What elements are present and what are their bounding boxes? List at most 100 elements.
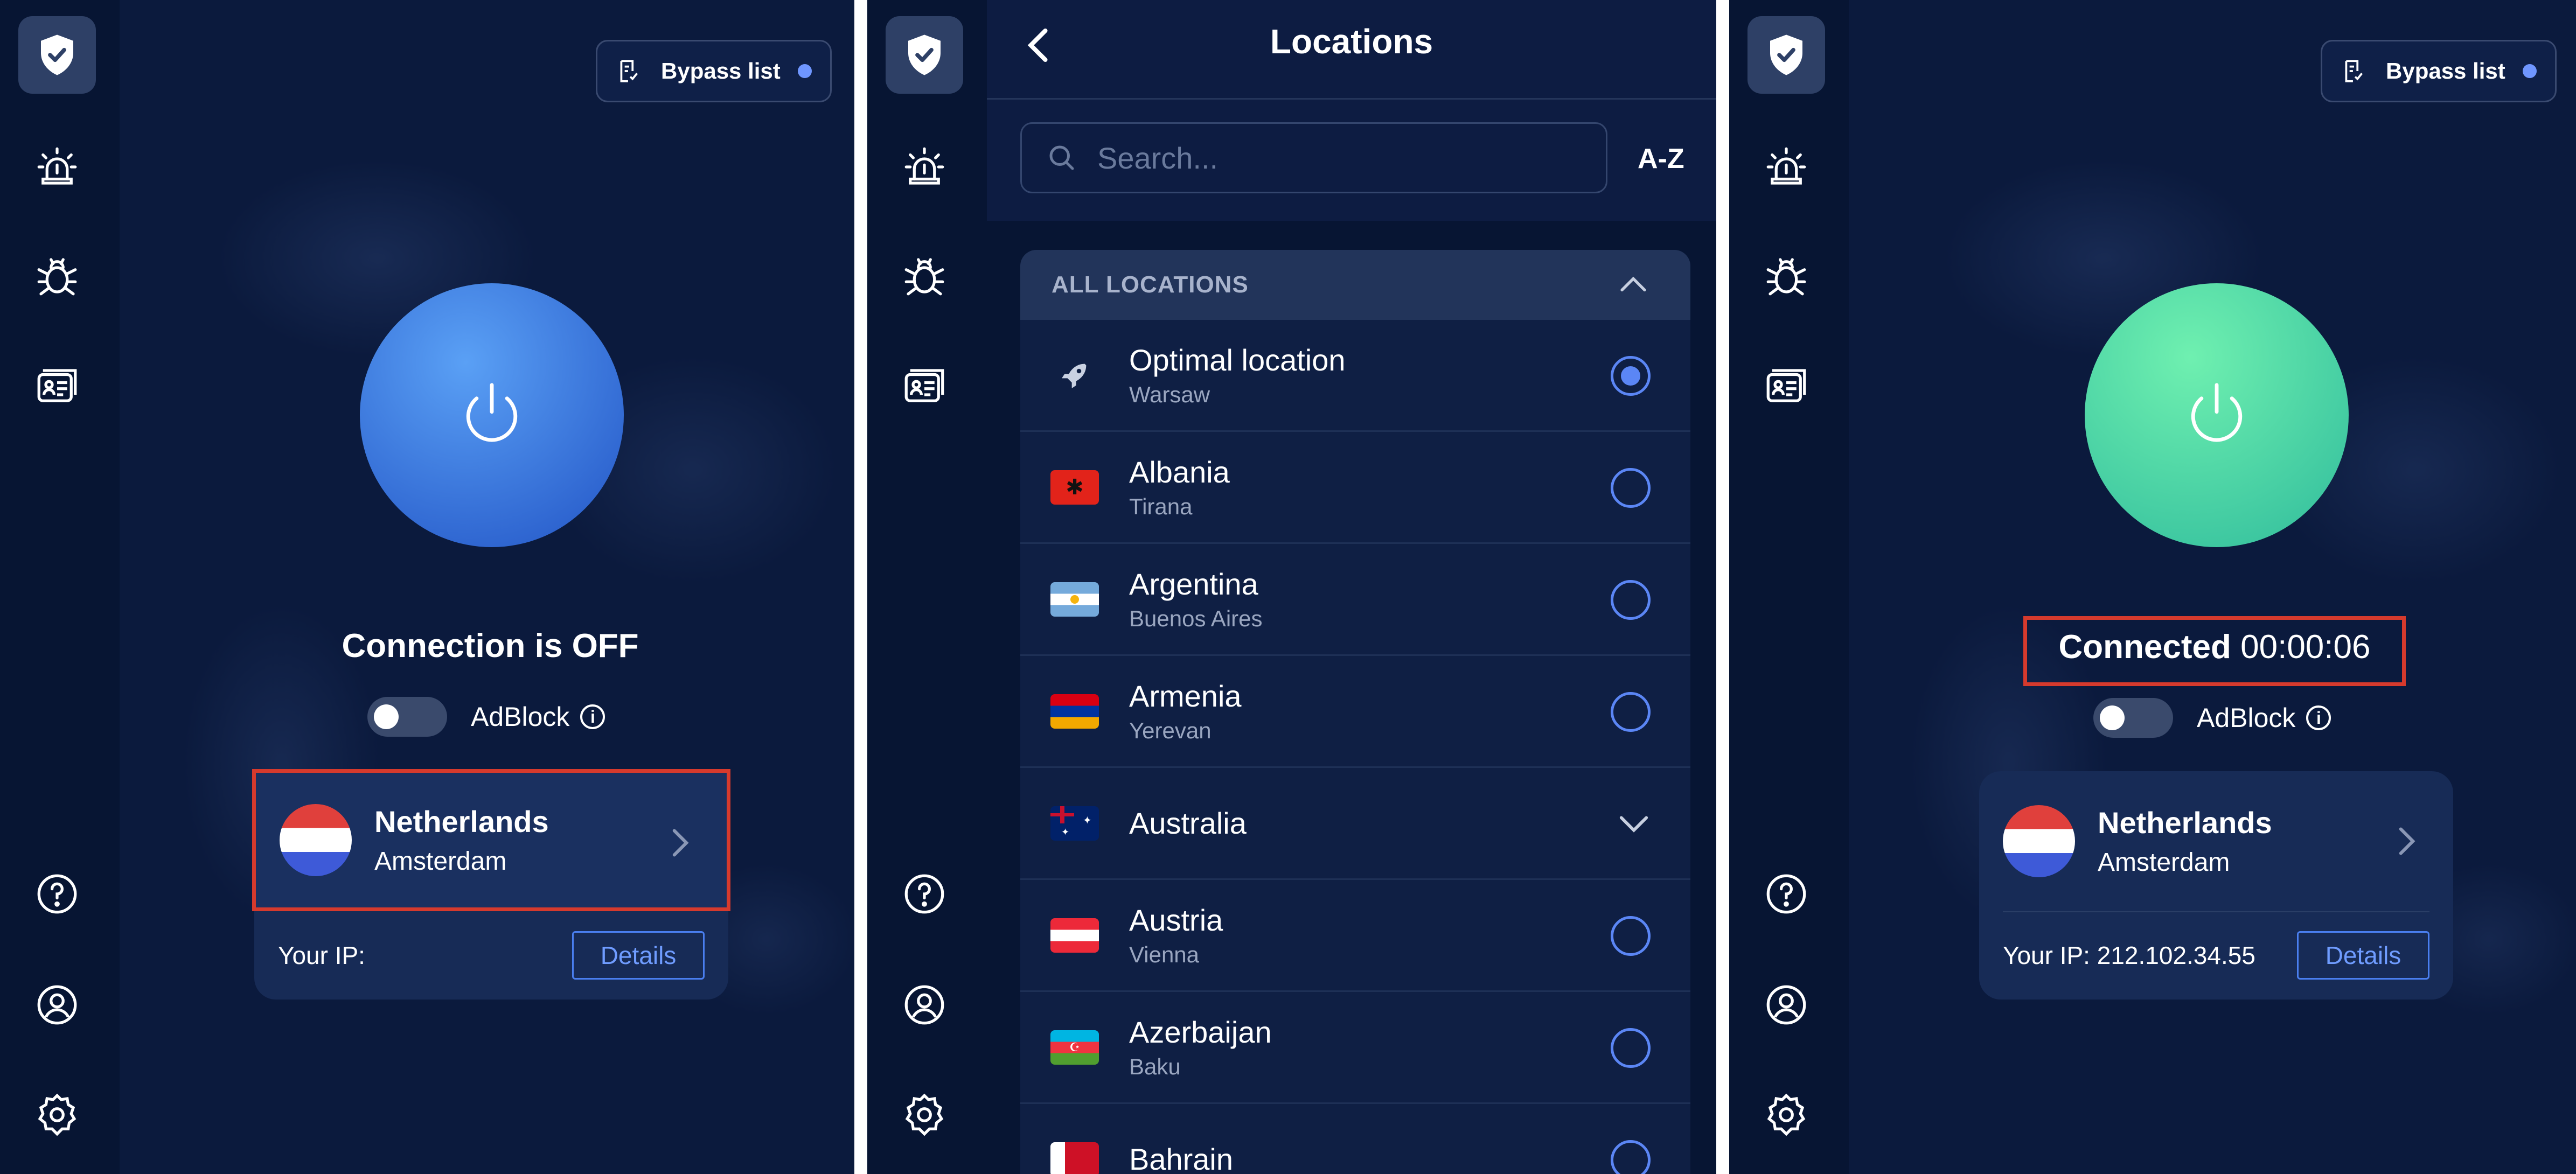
- settings-icon[interactable]: [1747, 1076, 1825, 1154]
- ip-label: Your IP: 212.102.34.55: [2003, 941, 2255, 969]
- flag-argentina-icon: [1050, 582, 1099, 617]
- list-item[interactable]: ☪ Azerbaijan Baku: [1020, 992, 1690, 1104]
- location-city: Buenos Aires: [1129, 606, 1263, 631]
- details-button[interactable]: Details: [572, 931, 705, 980]
- bypass-list-label: Bypass list: [2386, 58, 2505, 83]
- location-city: Vienna: [1129, 942, 1200, 967]
- list-item[interactable]: Optimal location Warsaw: [1020, 320, 1690, 432]
- location-country: Netherlands: [2098, 806, 2272, 840]
- list-item[interactable]: Bahrain: [1020, 1104, 1690, 1174]
- power-icon: [2191, 383, 2243, 442]
- power-button[interactable]: [2085, 283, 2349, 547]
- radio-button[interactable]: [1611, 916, 1651, 956]
- details-button[interactable]: Details: [2297, 931, 2429, 980]
- help-icon[interactable]: [1747, 855, 1825, 933]
- sidebar-rail: [1729, 0, 1849, 1174]
- bug-icon[interactable]: [18, 237, 96, 315]
- selected-location-row[interactable]: Netherlands Amsterdam: [252, 769, 730, 911]
- account-icon[interactable]: [1747, 966, 1825, 1044]
- search-icon: [1049, 145, 1074, 170]
- shield-check-icon[interactable]: [886, 16, 963, 94]
- settings-icon[interactable]: [18, 1076, 96, 1154]
- search-area: A-Z: [987, 100, 1716, 221]
- chevron-right-icon: [2399, 827, 2415, 855]
- location-city: Baku: [1129, 1054, 1181, 1079]
- power-button[interactable]: [360, 283, 624, 547]
- radio-button[interactable]: [1611, 692, 1651, 732]
- alarm-icon[interactable]: [1747, 128, 1825, 206]
- search-input[interactable]: [1096, 139, 1583, 176]
- list-item[interactable]: Argentina Buenos Aires: [1020, 544, 1690, 656]
- connection-status: Connection is OFF: [302, 627, 679, 665]
- chevron-up-icon: [1620, 276, 1646, 292]
- adblock-row: AdBlock i: [367, 697, 605, 737]
- home-panel-disconnected: Bypass list Connection is OFF AdBlock i …: [0, 0, 854, 1174]
- location-city: Amsterdam: [2098, 848, 2230, 877]
- locations-list-area: ALL LOCATIONS Optimal location Warsaw ✱ …: [987, 221, 1716, 1174]
- home-panel-connected: Bypass list Connected 00:00:06 AdBlock i…: [1729, 0, 2576, 1174]
- flag-netherlands-icon: [2003, 805, 2075, 877]
- page-title: Locations: [1270, 22, 1433, 61]
- bypass-doc-icon: [620, 60, 638, 82]
- id-card-icon[interactable]: [1747, 348, 1825, 425]
- chevron-right-icon: [672, 829, 689, 857]
- adblock-toggle[interactable]: [367, 697, 447, 737]
- radio-button[interactable]: [1611, 1028, 1651, 1068]
- flag-bahrain-icon: [1050, 1142, 1099, 1174]
- selected-location-row[interactable]: Netherlands Amsterdam: [1979, 771, 2453, 911]
- connection-status-text: Connection is OFF: [342, 627, 639, 665]
- adblock-label: AdBlock: [471, 702, 570, 732]
- account-icon[interactable]: [18, 966, 96, 1044]
- account-icon[interactable]: [886, 966, 963, 1044]
- radio-button[interactable]: [1611, 1140, 1651, 1174]
- location-city: Yerevan: [1129, 718, 1212, 743]
- id-card-icon[interactable]: [18, 348, 96, 425]
- search-box[interactable]: [1020, 122, 1607, 193]
- info-icon[interactable]: i: [580, 704, 605, 729]
- info-icon[interactable]: i: [2306, 705, 2331, 730]
- bypass-list-button[interactable]: Bypass list: [596, 40, 832, 102]
- settings-icon[interactable]: [886, 1076, 963, 1154]
- sidebar-rail: [0, 0, 120, 1174]
- flag-albania-icon: ✱: [1050, 470, 1099, 505]
- locations-panel: Locations A-Z ALL LOCATIONS Optimal loca…: [867, 0, 1716, 1174]
- alarm-icon[interactable]: [18, 128, 96, 206]
- location-city: Warsaw: [1129, 382, 1210, 407]
- help-icon[interactable]: [886, 855, 963, 933]
- alarm-icon[interactable]: [886, 128, 963, 206]
- list-item[interactable]: Armenia Yerevan: [1020, 656, 1690, 768]
- location-country: Australia: [1129, 806, 1247, 840]
- shield-check-icon[interactable]: [1747, 16, 1825, 94]
- sort-az-button[interactable]: A-Z: [1638, 143, 1684, 175]
- adblock-toggle[interactable]: [2093, 698, 2173, 738]
- bypass-list-button[interactable]: Bypass list: [2321, 40, 2557, 102]
- list-item[interactable]: ✱ Albania Tirana: [1020, 432, 1690, 544]
- radio-button[interactable]: [1611, 468, 1651, 508]
- list-item[interactable]: Austria Vienna: [1020, 880, 1690, 992]
- location-country: Optimal location: [1129, 343, 1346, 377]
- flag-netherlands-icon: [280, 804, 352, 876]
- locations-header: Locations: [987, 0, 1716, 100]
- bug-icon[interactable]: [1747, 237, 1825, 315]
- list-item[interactable]: ✦ ✦ Australia: [1020, 768, 1690, 880]
- connection-timer: 00:00:06: [2240, 628, 2371, 666]
- help-icon[interactable]: [18, 855, 96, 933]
- location-country: Netherlands: [374, 805, 549, 838]
- shield-check-icon[interactable]: [18, 16, 96, 94]
- ip-row: Your IP: Details: [278, 911, 705, 1000]
- flag-azerbaijan-icon: ☪: [1050, 1030, 1099, 1065]
- adblock-row: AdBlock i: [2093, 698, 2331, 738]
- id-card-icon[interactable]: [886, 348, 963, 425]
- bug-icon[interactable]: [886, 237, 963, 315]
- location-country: Argentina: [1129, 567, 1258, 601]
- radio-button[interactable]: [1611, 580, 1651, 620]
- sidebar-rail: [867, 0, 987, 1174]
- radio-button[interactable]: [1611, 356, 1651, 396]
- connection-status: Connected 00:00:06: [2023, 628, 2406, 666]
- chevron-down-icon[interactable]: [1617, 813, 1651, 835]
- bypass-doc-icon: [2345, 60, 2363, 82]
- all-locations-header[interactable]: ALL LOCATIONS: [1020, 250, 1690, 320]
- location-country: Austria: [1129, 903, 1223, 937]
- location-city: Tirana: [1129, 494, 1193, 519]
- bypass-status-dot: [2523, 64, 2537, 78]
